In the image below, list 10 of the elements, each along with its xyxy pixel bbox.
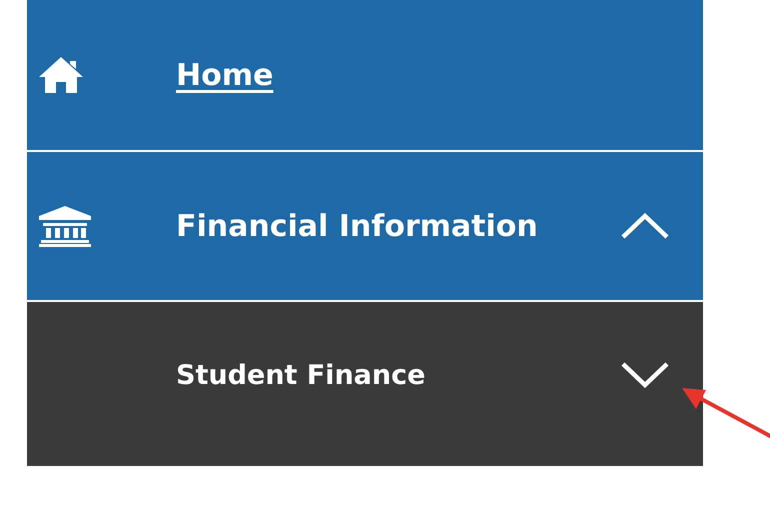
menu-label: Financial Information xyxy=(176,208,539,244)
submenu-item[interactable]: Student Finance xyxy=(27,302,703,466)
bank-icon xyxy=(37,205,93,247)
menu-item[interactable]: Financial Information xyxy=(27,152,703,302)
chevron-up-icon[interactable] xyxy=(620,212,670,240)
menu-label: Student Finance xyxy=(176,360,426,390)
home-link[interactable]: Home xyxy=(176,58,274,92)
menu-item[interactable]: Home xyxy=(27,0,703,152)
home-icon xyxy=(37,55,85,95)
chevron-down-icon[interactable] xyxy=(620,361,670,389)
